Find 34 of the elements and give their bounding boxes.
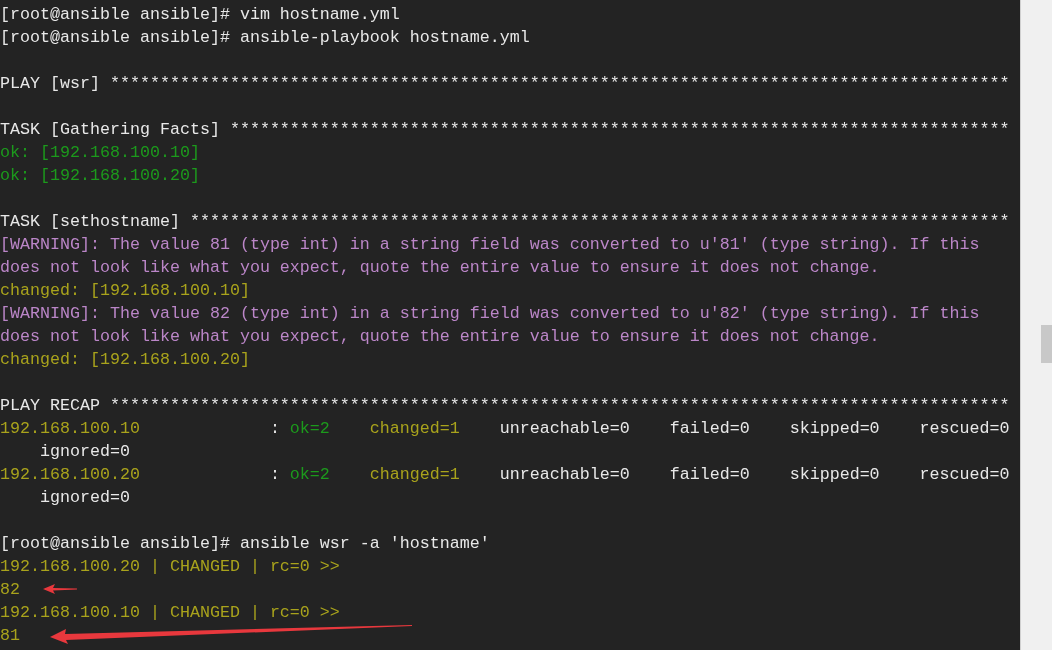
ok-status: ok=2: [288, 465, 330, 484]
changed-status: changed=1: [368, 465, 460, 484]
terminal-text: ignored=0: [38, 488, 130, 507]
terminal-text: ignored=0: [38, 442, 130, 461]
scrollbar[interactable]: [1020, 0, 1052, 650]
terminal-text: [root@ansible ansible]# ansible-playbook hostname.yml: [0, 28, 530, 47]
terminal-text: [root@ansible ansible]# ansible wsr -a 'hostname': [0, 534, 490, 553]
warning-message: does not look like what you expect, quote the entire value to ensure it does not change.: [0, 258, 880, 277]
terminal-text: TASK [sethostname] **********************************************************************************: [0, 212, 1010, 231]
ok-status: ok: [192.168.100.20]: [0, 166, 200, 185]
warning-message: [WARNING]: The value 81 (type int) in a string field was converted to u'81' (type string). If this: [0, 235, 980, 254]
warning-message: [WARNING]: The value 82 (type int) in a string field was converted to u'82' (type string). If this: [0, 304, 980, 323]
terminal-text: PLAY [wsr] ******************************************************************************************: [0, 74, 1010, 93]
scrollbar-thumb[interactable]: [1041, 325, 1052, 363]
terminal-text: unreachable=0 failed=0 skipped=0 rescued=0: [498, 465, 1010, 484]
terminal-text: [root@ansible ansible]# vim hostname.yml: [0, 5, 400, 24]
terminal-text: unreachable=0 failed=0 skipped=0 rescued=0: [498, 419, 1010, 438]
changed-status: changed=1: [368, 419, 460, 438]
ok-status: ok=2: [288, 419, 330, 438]
changed-status: changed: [192.168.100.20]: [0, 350, 250, 369]
warning-message: does not look like what you expect, quote the entire value to ensure it does not change.: [0, 327, 880, 346]
host-name: 192.168.100.20: [0, 465, 140, 484]
annotation-arrow: [43, 584, 77, 594]
ok-status: ok: [192.168.100.10]: [0, 143, 200, 162]
changed-status: 82: [0, 580, 20, 599]
terminal-text: PLAY RECAP ******************************************************************************************: [0, 396, 1010, 415]
changed-status: 192.168.100.10 | CHANGED | rc=0 >>: [0, 603, 340, 622]
host-name: 192.168.100.10: [0, 419, 140, 438]
terminal-text: :: [268, 465, 280, 484]
terminal-text: :: [268, 419, 280, 438]
changed-status: 192.168.100.20 | CHANGED | rc=0 >>: [0, 557, 340, 576]
changed-status: 81: [0, 626, 20, 645]
terminal-text: TASK [Gathering Facts] ******************************************************************************: [0, 120, 1010, 139]
changed-status: changed: [192.168.100.10]: [0, 281, 250, 300]
